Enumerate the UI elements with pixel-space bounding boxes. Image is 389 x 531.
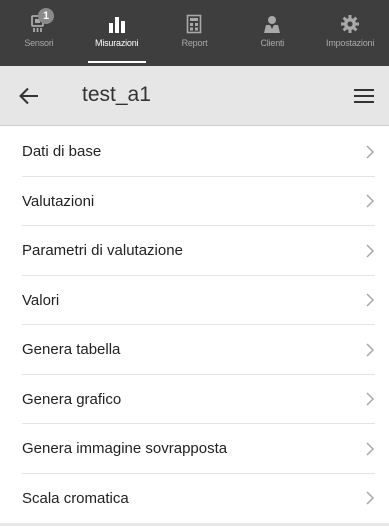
- tab-label: Clienti: [260, 38, 285, 48]
- tab-misurazioni[interactable]: Misurazioni: [78, 0, 156, 66]
- menu-item-label: Valutazioni: [22, 192, 95, 210]
- menu-item-label: Genera grafico: [22, 390, 122, 408]
- menu-item-genera-tabella[interactable]: Genera tabella: [0, 325, 389, 375]
- menu-item-label: Scala cromatica: [22, 489, 129, 507]
- menu-item-scala-cromatica[interactable]: Scala cromatica: [0, 474, 389, 526]
- tab-clienti[interactable]: Clienti: [233, 0, 311, 66]
- chevron-right-icon: [366, 244, 375, 258]
- bar-chart-icon: [106, 14, 128, 34]
- page-header: test_a1: [0, 66, 389, 126]
- menu-item-label: Valori: [22, 291, 60, 309]
- tab-sensori[interactable]: 1 Sensori: [0, 0, 78, 66]
- menu-item-genera-immagine-sovrapposta[interactable]: Genera immagine sovrapposta: [0, 424, 389, 474]
- menu-item-valori[interactable]: Valori: [0, 276, 389, 326]
- chevron-right-icon: [366, 194, 375, 208]
- gear-icon: [339, 14, 361, 34]
- tab-label: Sensori: [24, 38, 54, 48]
- hamburger-menu-icon[interactable]: [353, 87, 375, 105]
- menu-item-label: Genera immagine sovrapposta: [22, 440, 228, 458]
- menu-item-valutazioni[interactable]: Valutazioni: [0, 177, 389, 227]
- report-icon: [183, 14, 205, 34]
- top-tab-bar: 1 Sensori Misurazioni Report Clienti Imp…: [0, 0, 389, 66]
- tab-label: Report: [181, 38, 208, 48]
- menu-item-label: Parametri di valutazione: [22, 242, 183, 260]
- back-arrow-icon[interactable]: [16, 84, 42, 108]
- tab-report[interactable]: Report: [156, 0, 234, 66]
- menu-item-dati-di-base[interactable]: Dati di base: [0, 127, 389, 177]
- person-icon: [261, 14, 283, 34]
- chevron-right-icon: [366, 145, 375, 159]
- tab-label: Misurazioni: [95, 38, 139, 48]
- tab-label: Impostazioni: [326, 38, 375, 48]
- chevron-right-icon: [366, 343, 375, 357]
- chevron-right-icon: [366, 392, 375, 406]
- menu-item-label: Genera tabella: [22, 341, 121, 359]
- sensor-count-badge: 1: [38, 8, 54, 24]
- menu-list: Dati di base Valutazioni Parametri di va…: [0, 127, 389, 526]
- chevron-right-icon: [366, 442, 375, 456]
- page-title: test_a1: [82, 83, 151, 106]
- chevron-right-icon: [366, 293, 375, 307]
- menu-item-label: Dati di base: [22, 143, 102, 161]
- menu-item-genera-grafico[interactable]: Genera grafico: [0, 375, 389, 425]
- menu-item-parametri-di-valutazione[interactable]: Parametri di valutazione: [0, 226, 389, 276]
- chevron-right-icon: [366, 491, 375, 505]
- tab-impostazioni[interactable]: Impostazioni: [311, 0, 389, 66]
